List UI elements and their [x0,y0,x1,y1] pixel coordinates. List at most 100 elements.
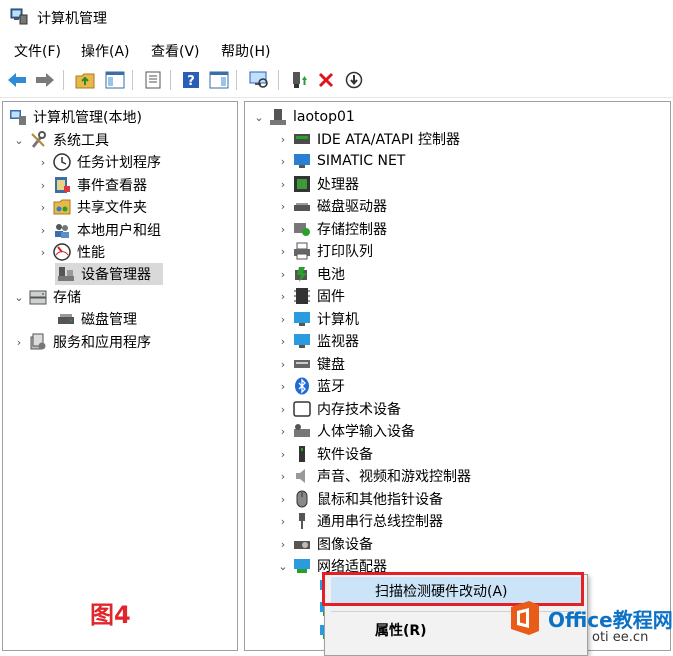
device-category[interactable]: › 键盘 [277,353,345,375]
device-category[interactable]: › 软件设备 [277,443,373,465]
help-icon[interactable]: ? [180,69,202,91]
menu-help[interactable]: 帮助(H) [221,41,270,61]
chevron-right-icon[interactable]: › [277,290,289,303]
device-category[interactable]: › 处理器 [277,173,359,195]
tree-label: 磁盘管理 [81,312,137,328]
device-category[interactable]: › 计算机 [277,308,359,330]
chevron-right-icon[interactable]: › [277,155,289,168]
chevron-right-icon[interactable]: › [37,246,49,259]
tree-item-performance[interactable]: › 性能 [37,241,105,263]
tree-label: 存储 [53,290,81,306]
tree-item-services-apps[interactable]: › 服务和应用程序 [13,331,151,353]
menu-view[interactable]: 查看(V) [151,41,200,61]
menu-file[interactable]: 文件(F) [14,41,61,61]
processor-icon [294,176,310,192]
chevron-right-icon[interactable]: › [37,201,49,214]
chevron-down-icon[interactable]: ⌄ [277,560,289,573]
device-category-label: 蓝牙 [317,379,345,395]
figure-label: 图4 [90,601,131,629]
device-category[interactable]: › 存储控制器 [277,218,387,240]
monitor-scan-icon[interactable] [248,69,270,91]
device-category[interactable]: › SIMATIC NET [277,150,406,172]
tree-item-shared-folders[interactable]: › 共享文件夹 [37,196,147,218]
menu-action[interactable]: 操作(A) [81,41,130,61]
chevron-right-icon[interactable]: › [277,133,289,146]
chevron-right-icon[interactable]: › [277,403,289,416]
ide-controller-icon [294,134,310,144]
tree-label: 系统工具 [53,133,109,149]
device-tree-pane[interactable]: ⌄ laotop01 › IDE ATA/ATAPI 控制器 › SIMATIC N… [244,101,671,651]
disable-device-icon[interactable] [343,69,365,91]
chevron-down-icon[interactable]: ⌄ [13,134,25,147]
device-root-label: laotop01 [293,109,355,125]
battery-icon [295,267,307,282]
navigation-tree-pane[interactable]: 计算机管理(本地) ⌄ 系统工具 › 任务计划程序 › 事件查看器 › 共享文件… [2,101,238,651]
chevron-right-icon[interactable]: › [277,470,289,483]
device-root[interactable]: ⌄ laotop01 [253,106,355,128]
clock-icon [53,153,71,171]
device-category-label: 键盘 [317,357,345,373]
tree-item-event-viewer[interactable]: › 事件查看器 [37,174,147,196]
show-hide-tree-icon[interactable] [104,69,126,91]
shared-folder-icon [53,199,71,215]
tree-label: 事件查看器 [77,178,147,194]
update-driver-icon[interactable] [288,69,310,91]
device-category[interactable]: › 鼠标和其他指针设备 [277,488,443,510]
tree-label: 任务计划程序 [77,155,161,171]
forward-arrow-icon[interactable] [34,69,56,91]
tree-item-device-manager[interactable]: 设备管理器 [55,263,163,285]
device-category[interactable]: › 内存技术设备 [277,398,401,420]
uninstall-x-icon[interactable] [315,69,337,91]
chevron-right-icon[interactable]: › [277,538,289,551]
chevron-right-icon[interactable]: › [277,380,289,393]
chevron-right-icon[interactable]: › [277,268,289,281]
device-category[interactable]: › 通用串行总线控制器 [277,510,443,532]
device-category[interactable]: › 图像设备 [277,533,373,555]
chevron-right-icon[interactable]: › [277,178,289,191]
tree-item-system-tools[interactable]: ⌄ 系统工具 [13,129,109,151]
device-category[interactable]: › 固件 [277,285,345,307]
computer-management-icon [10,110,26,125]
device-category[interactable]: › IDE ATA/ATAPI 控制器 [277,128,460,150]
chevron-down-icon[interactable]: ⌄ [253,111,265,124]
tree-item-task-scheduler[interactable]: › 任务计划程序 [37,151,161,173]
device-category[interactable]: › 电池 [277,263,345,285]
export-list-icon[interactable] [142,69,164,91]
tree-item-storage[interactable]: ⌄ 存储 [13,286,81,308]
chevron-right-icon[interactable]: › [37,156,49,169]
chevron-right-icon[interactable]: › [277,313,289,326]
action-pane-icon[interactable] [208,69,230,91]
chevron-down-icon[interactable]: ⌄ [13,291,25,304]
chevron-right-icon[interactable]: › [37,179,49,192]
tree-item-local-users[interactable]: › 本地用户和组 [37,219,161,241]
disk-drive-icon [294,203,310,211]
device-category[interactable]: › 声音、视频和游戏控制器 [277,465,471,487]
back-arrow-icon[interactable] [6,69,28,91]
tree-item-computer-management[interactable]: 计算机管理(本地) [9,106,142,128]
chevron-right-icon[interactable]: › [277,448,289,461]
device-category-label: 软件设备 [317,447,373,463]
chevron-right-icon[interactable]: › [13,336,25,349]
chevron-right-icon[interactable]: › [277,425,289,438]
firmware-icon [294,288,310,304]
device-category[interactable]: › 监视器 [277,330,359,352]
chevron-right-icon[interactable]: › [277,493,289,506]
properties-label: 属性(R) [375,623,427,639]
device-category-label: 通用串行总线控制器 [317,514,443,530]
chevron-right-icon[interactable]: › [37,224,49,237]
chevron-right-icon[interactable]: › [277,223,289,236]
printer-icon [294,242,310,260]
device-category[interactable]: › 人体学输入设备 [277,420,415,442]
device-category[interactable]: › 打印队列 [277,240,373,262]
chevron-right-icon[interactable]: › [277,335,289,348]
chevron-right-icon[interactable]: › [277,358,289,371]
device-category[interactable]: › 磁盘驱动器 [277,195,387,217]
up-folder-icon[interactable] [74,69,96,91]
performance-gauge-icon [53,243,71,261]
tree-label: 本地用户和组 [77,223,161,239]
tree-item-disk-management[interactable]: 磁盘管理 [57,308,137,330]
device-category[interactable]: › 蓝牙 [277,375,345,397]
chevron-right-icon[interactable]: › [277,200,289,213]
chevron-right-icon[interactable]: › [277,245,289,258]
chevron-right-icon[interactable]: › [277,515,289,528]
